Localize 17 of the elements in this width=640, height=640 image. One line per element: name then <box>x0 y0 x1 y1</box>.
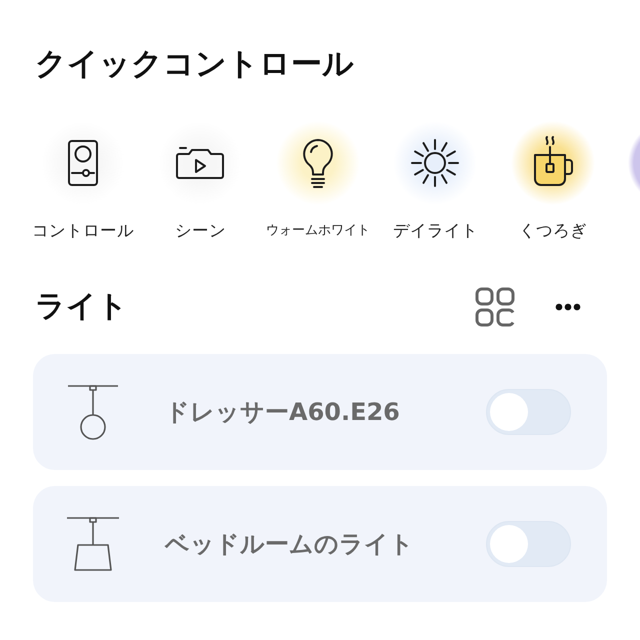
toggle-switch[interactable] <box>486 389 571 435</box>
section-title: ライト <box>35 288 128 326</box>
pendant-shade-lamp-icon <box>66 515 120 573</box>
light-name: ドレッサーA60.E26 <box>165 397 401 428</box>
quick-control-button[interactable]: コントロール <box>24 121 142 243</box>
light-card[interactable]: ドレッサーA60.E26 <box>33 354 607 470</box>
toggle-switch[interactable] <box>486 521 571 567</box>
grid-view-icon[interactable] <box>475 287 515 327</box>
more-icon[interactable] <box>555 303 581 311</box>
light-name: ベッドルームのライト <box>165 529 415 560</box>
light-card[interactable]: ベッドルームのライト <box>33 486 607 602</box>
quick-control-button[interactable]: くつろぎ <box>494 121 612 243</box>
section-title: クイックコントロール <box>35 45 354 84</box>
quick-control-button[interactable]: ウォームホワイト <box>259 121 376 243</box>
quick-control-button[interactable]: シーン <box>142 121 259 243</box>
quick-control-button[interactable]: デイライト <box>376 121 494 243</box>
pendant-globe-lamp-icon <box>66 383 120 441</box>
